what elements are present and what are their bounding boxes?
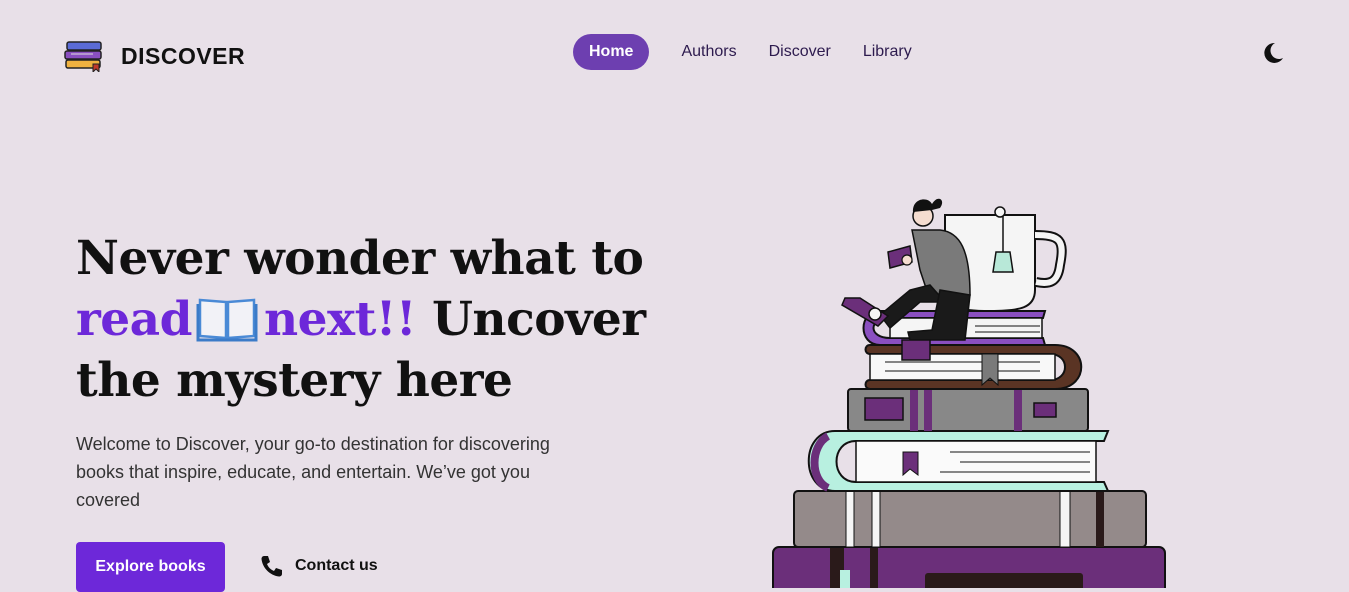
contact-us-label: Contact us bbox=[295, 557, 378, 574]
hero-title-accent-read: read bbox=[76, 292, 192, 347]
hero-title-accent-next: next!! bbox=[263, 292, 417, 347]
contact-us-link[interactable]: Contact us bbox=[259, 553, 378, 579]
brand-name: DISCOVER bbox=[121, 42, 246, 69]
brand-logo[interactable]: DISCOVER bbox=[63, 40, 245, 72]
explore-books-button[interactable]: Explore books bbox=[76, 542, 225, 592]
nav-item-authors[interactable]: Authors bbox=[681, 43, 736, 61]
nav-item-discover[interactable]: Discover bbox=[769, 43, 831, 61]
books-stack-icon bbox=[64, 41, 102, 72]
moon-icon bbox=[1264, 42, 1283, 63]
books-illustration bbox=[772, 198, 1166, 588]
open-book-icon bbox=[196, 298, 258, 342]
hero-title-part1: Never wonder what to bbox=[76, 231, 644, 286]
nav-item-library[interactable]: Library bbox=[863, 43, 912, 61]
phone-icon bbox=[261, 556, 282, 577]
hero-description: Welcome to Discover, your go-to destinat… bbox=[76, 434, 550, 510]
main-nav: Home Authors Discover Library bbox=[573, 34, 944, 70]
theme-toggle-button[interactable] bbox=[1259, 40, 1285, 66]
site-header: DISCOVER Home Authors Discover Library bbox=[0, 0, 1349, 100]
hero-title: Never wonder what to read next!! Uncover… bbox=[76, 228, 676, 411]
nav-item-home[interactable]: Home bbox=[573, 34, 650, 70]
